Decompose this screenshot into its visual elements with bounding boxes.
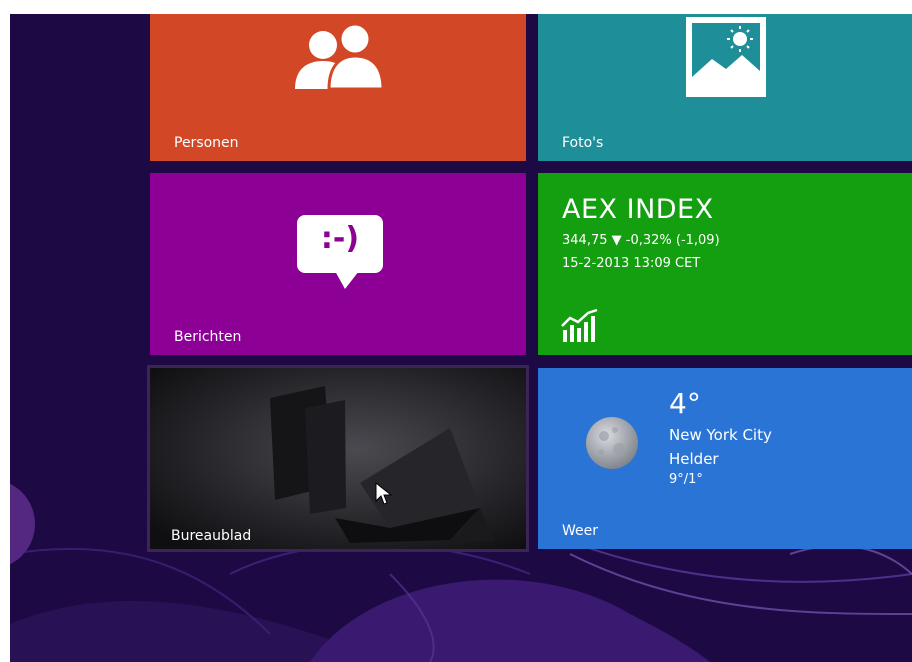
tile-label-berichten: Berichten [174, 329, 242, 345]
photo-icon [686, 17, 766, 97]
tile-label-fotos: Foto's [562, 135, 604, 151]
finance-chart-icon [561, 308, 598, 342]
tile-finance[interactable]: AEX INDEX 344,75 ▼ -0,32% (-1,09) 15-2-2… [538, 173, 912, 355]
tile-weer[interactable]: 4° New York City Helder 9°/1° Weer [538, 368, 912, 549]
weather-range: 9°/1° [669, 472, 703, 487]
tile-berichten[interactable]: :-) Berichten [150, 173, 526, 355]
finance-index-name: AEX INDEX [562, 194, 714, 225]
weather-condition: Helder [669, 450, 719, 468]
tile-desktop[interactable]: Bureaublad [147, 365, 529, 552]
start-screen: Personen Foto's :-) Berichten AEX INDEX [10, 14, 912, 662]
finance-datetime: 15-2-2013 13:09 CET [562, 256, 701, 271]
moon-icon [586, 417, 638, 469]
tile-label-weer: Weer [562, 523, 599, 539]
weather-city: New York City [669, 426, 772, 444]
weather-temperature: 4° [669, 387, 701, 420]
mouse-cursor-icon [375, 482, 393, 505]
people-icon [295, 23, 385, 89]
tile-fotos[interactable]: Foto's [538, 14, 912, 161]
message-smiley-icon: :-) [297, 215, 383, 291]
tile-personen[interactable]: Personen [150, 14, 526, 161]
tile-label-desktop: Bureaublad [171, 528, 252, 544]
smiley-text: :-) [320, 221, 360, 256]
laptop-wallpaper [150, 368, 526, 549]
finance-quote: 344,75 ▼ -0,32% (-1,09) [562, 233, 720, 248]
tile-label-personen: Personen [174, 135, 239, 151]
